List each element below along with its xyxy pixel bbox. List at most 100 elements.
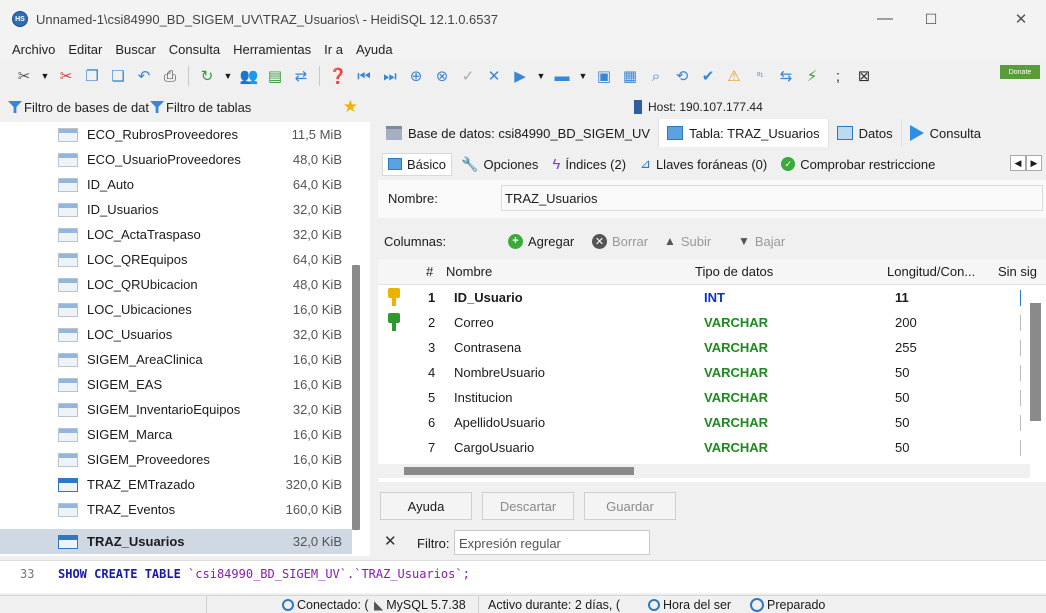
- subtab-foreign-keys[interactable]: ⊿ Llaves foráneas (0): [635, 153, 772, 175]
- tree-item-table[interactable]: LOC_ActaTraspaso 32,0 KiB: [0, 222, 352, 247]
- filter-input[interactable]: Expresión regular: [454, 530, 650, 555]
- tree-item-table[interactable]: TRAZ_EMTrazado 320,0 KiB: [0, 472, 352, 497]
- menu-editar[interactable]: Editar: [68, 42, 102, 57]
- explain-icon[interactable]: ✔: [698, 66, 718, 86]
- discard-button[interactable]: Descartar: [482, 492, 574, 520]
- column-row[interactable]: 3 Contrasena VARCHAR 255: [378, 335, 1046, 360]
- cell-unsigned[interactable]: [1020, 315, 1021, 331]
- cell-length[interactable]: 50: [895, 415, 909, 430]
- cell-name[interactable]: Institucion: [454, 390, 513, 405]
- subtab-check-constraints[interactable]: ✓ Comprobar restriccione: [776, 154, 940, 175]
- table-name-input[interactable]: TRAZ_Usuarios: [501, 185, 1043, 211]
- cell-unsigned[interactable]: [1020, 365, 1021, 381]
- grid-vertical-scrollbar[interactable]: [1030, 303, 1041, 421]
- tree-item-table[interactable]: TRAZ_Eventos 160,0 KiB: [0, 497, 352, 522]
- cell-length[interactable]: 11: [895, 290, 909, 305]
- save-button[interactable]: Guardar: [584, 492, 676, 520]
- tree-item-table[interactable]: LOC_QREquipos 64,0 KiB: [0, 247, 352, 272]
- favorite-star-icon[interactable]: ★: [343, 97, 358, 117]
- search-icon[interactable]: ⌕: [646, 66, 666, 86]
- cell-unsigned[interactable]: [1020, 290, 1021, 306]
- close-button[interactable]: ✕: [998, 0, 1044, 38]
- cell-length[interactable]: 50: [895, 440, 909, 455]
- tab-database[interactable]: Base de datos: csi84990_BD_SIGEM_UV: [378, 119, 660, 147]
- cell-name[interactable]: ApellidoUsuario: [454, 415, 545, 430]
- subtab-indexes[interactable]: ϟ Índices (2): [547, 153, 631, 176]
- cell-length[interactable]: 200: [895, 315, 917, 330]
- menu-consulta[interactable]: Consulta: [169, 42, 220, 57]
- tree-item-table[interactable]: LOC_Usuarios 32,0 KiB: [0, 322, 352, 347]
- first-record-icon[interactable]: ⏮: [354, 66, 374, 86]
- cell-name[interactable]: Contrasena: [454, 340, 521, 355]
- open-file-icon[interactable]: ▬: [552, 66, 572, 86]
- replace-icon[interactable]: ⟲: [672, 66, 692, 86]
- tree-item-table[interactable]: SIGEM_EAS 16,0 KiB: [0, 372, 352, 397]
- subtab-basic[interactable]: Básico: [382, 152, 453, 176]
- header-length[interactable]: Longitud/Con...: [887, 264, 975, 279]
- run-query-icon[interactable]: ▶: [510, 66, 530, 86]
- cell-name[interactable]: ID_Usuario: [454, 290, 523, 305]
- cell-type[interactable]: VARCHAR: [704, 390, 768, 405]
- post-record-icon[interactable]: ✓: [458, 66, 478, 86]
- save-file-icon[interactable]: ▣: [594, 66, 614, 86]
- user-manager-icon[interactable]: 👥: [239, 66, 259, 86]
- column-row[interactable]: 2 Correo VARCHAR 200: [378, 310, 1046, 335]
- semicolon-icon[interactable]: ;: [828, 66, 848, 86]
- donate-button[interactable]: Donate: [1000, 65, 1040, 79]
- word-wrap-icon[interactable]: ⇆: [776, 66, 796, 86]
- cell-name[interactable]: NombreUsuario: [454, 365, 545, 380]
- column-row[interactable]: 1 ID_Usuario INT 11: [378, 285, 1046, 310]
- move-up-button[interactable]: ▲ Subir: [664, 234, 711, 249]
- close-tab-icon[interactable]: ⊠: [854, 66, 874, 86]
- help-icon[interactable]: ❓: [328, 66, 348, 86]
- cell-name[interactable]: CargoUsuario: [454, 440, 534, 455]
- column-row[interactable]: 5 Institucion VARCHAR 50: [378, 385, 1046, 410]
- scroll-right-icon[interactable]: ▶: [1026, 155, 1042, 171]
- warning-icon[interactable]: ⚠: [724, 66, 744, 86]
- copy-icon[interactable]: ❐: [82, 66, 102, 86]
- sql-log[interactable]: 33 SHOW CREATE TABLE `csi84990_BD_SIGEM_…: [0, 560, 1046, 593]
- tree-item-table[interactable]: LOC_Ubicaciones 16,0 KiB: [0, 297, 352, 322]
- tree-item-table[interactable]: SIGEM_InventarioEquipos 32,0 KiB: [0, 397, 352, 422]
- scroll-left-icon[interactable]: ◀: [1010, 155, 1026, 171]
- filter-databases-field[interactable]: Filtro de bases de dat: [0, 100, 149, 115]
- cell-unsigned[interactable]: [1020, 390, 1021, 406]
- sync-icon[interactable]: ⇄: [291, 66, 311, 86]
- tree-item-table[interactable]: ID_Usuarios 32,0 KiB: [0, 197, 352, 222]
- save-snippet-icon[interactable]: ▦: [620, 66, 640, 86]
- dropdown-arrow-icon[interactable]: ▼: [223, 66, 233, 86]
- move-down-button[interactable]: ▼ Bajar: [738, 234, 785, 249]
- menu-herramientas[interactable]: Herramientas: [233, 42, 311, 57]
- session-manager-icon[interactable]: ✂: [14, 66, 34, 86]
- tree-scrollbar[interactable]: [352, 265, 360, 530]
- cell-length[interactable]: 255: [895, 340, 917, 355]
- header-unsigned[interactable]: Sin sig: [998, 264, 1037, 279]
- header-num[interactable]: #: [426, 264, 433, 279]
- cell-type[interactable]: INT: [704, 290, 725, 305]
- format-sql-icon[interactable]: ⚡: [802, 66, 822, 86]
- dropdown-arrow-icon[interactable]: ▼: [578, 66, 588, 86]
- paste-icon[interactable]: ❏: [108, 66, 128, 86]
- tree-item-table[interactable]: ID_Auto 64,0 KiB: [0, 172, 352, 197]
- cell-name[interactable]: Correo: [454, 315, 494, 330]
- disconnect-icon[interactable]: ✂: [56, 66, 76, 86]
- cell-unsigned[interactable]: [1020, 415, 1021, 431]
- menu-archivo[interactable]: Archivo: [12, 42, 55, 57]
- tree-item-table[interactable]: SIGEM_Marca 16,0 KiB: [0, 422, 352, 447]
- delete-column-button[interactable]: ✕ Borrar: [592, 233, 648, 249]
- tree-item-table[interactable]: LOC_QRUbicacion 48,0 KiB: [0, 272, 352, 297]
- delete-record-icon[interactable]: ⊗: [432, 66, 452, 86]
- cell-type[interactable]: VARCHAR: [704, 415, 768, 430]
- tree-item-table[interactable]: ECO_RubrosProveedores 11,5 MiB: [0, 122, 352, 147]
- header-name[interactable]: Nombre: [446, 264, 492, 279]
- cell-unsigned[interactable]: [1020, 440, 1021, 456]
- grid-horizontal-scrollbar[interactable]: [404, 467, 634, 475]
- help-button[interactable]: Ayuda: [380, 492, 472, 520]
- cell-length[interactable]: 50: [895, 390, 909, 405]
- menu-buscar[interactable]: Buscar: [115, 42, 155, 57]
- dropdown-arrow-icon[interactable]: ▼: [40, 66, 50, 86]
- cancel-record-icon[interactable]: ✕: [484, 66, 504, 86]
- tab-data[interactable]: Datos: [829, 119, 902, 147]
- subtab-options[interactable]: 🔧 Opciones: [456, 153, 543, 176]
- cell-type[interactable]: VARCHAR: [704, 340, 768, 355]
